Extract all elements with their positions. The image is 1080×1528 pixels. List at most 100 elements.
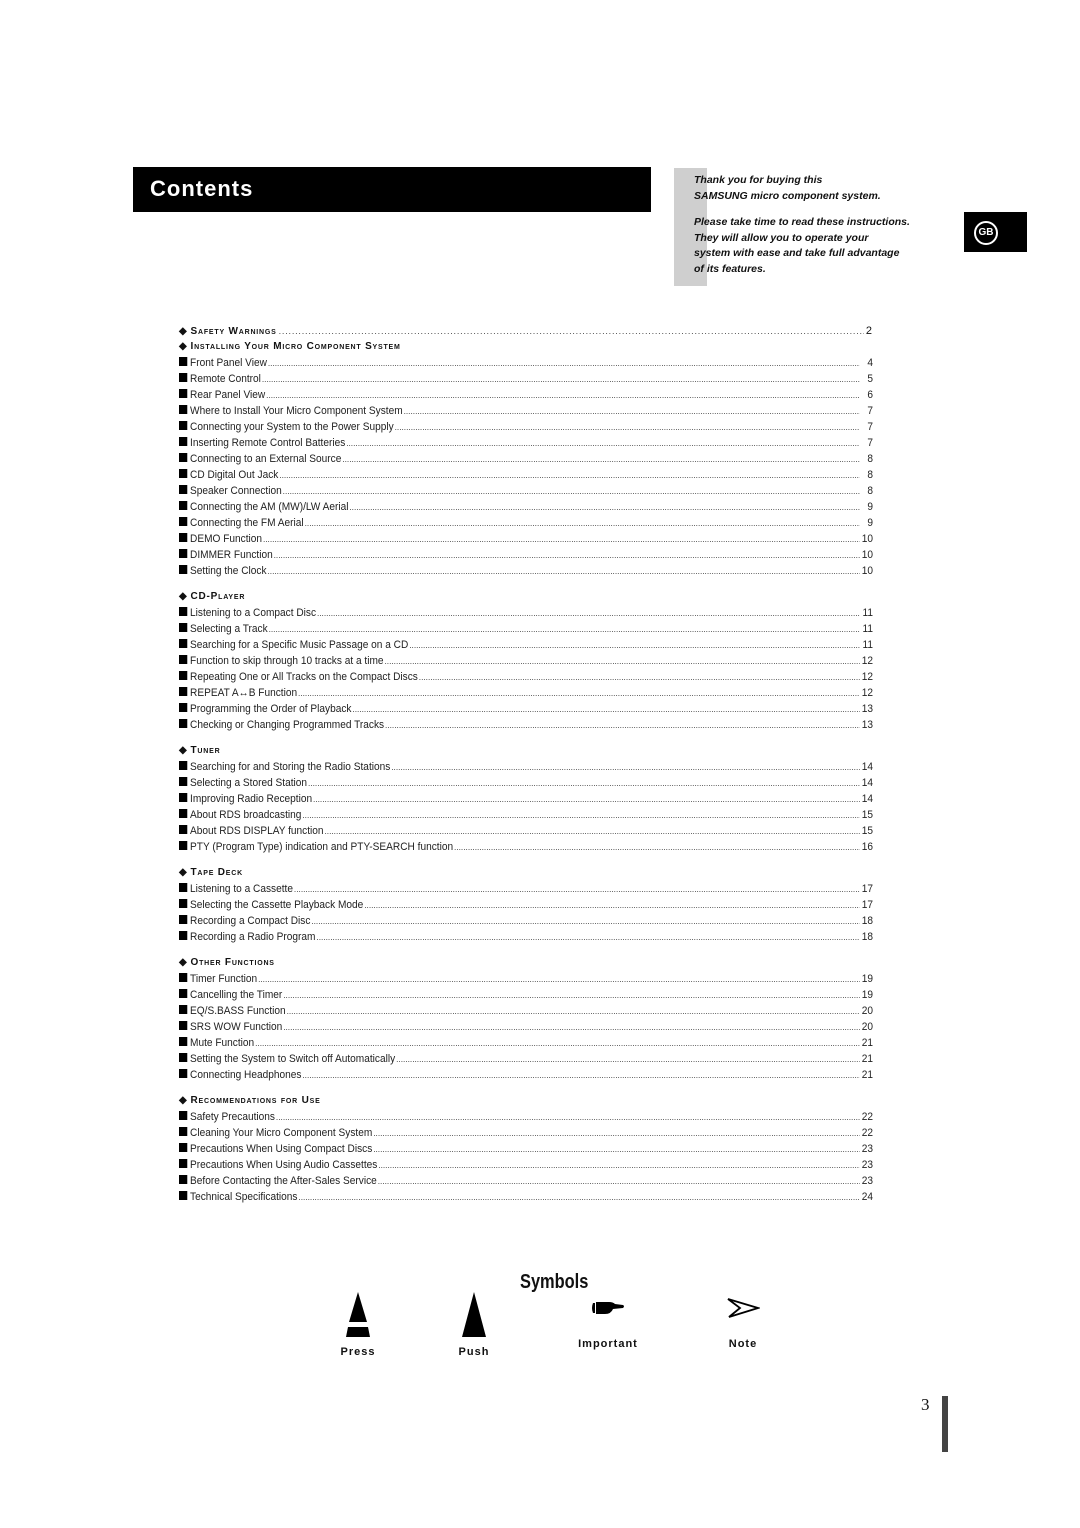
dot-leader [378, 1173, 860, 1189]
dot-leader [276, 1109, 860, 1125]
toc-entry: Cleaning Your Micro Component System 22 [179, 1125, 873, 1141]
dot-leader [287, 1003, 861, 1019]
toc-entry: Cancelling the Timer 19 [179, 987, 873, 1003]
dot-leader [279, 467, 860, 483]
toc-entry-label: PTY (Program Type) indication and PTY-SE… [190, 841, 454, 853]
square-bullet-icon [179, 931, 188, 940]
toc-entry-page: 11 [862, 607, 874, 619]
dot-leader [454, 839, 860, 855]
toc-entry-label: Checking or Changing Programmed Tracks [190, 719, 385, 731]
toc-entry-page: 21 [861, 1069, 874, 1081]
square-bullet-icon [179, 719, 188, 728]
toc-entry-page: 17 [861, 883, 874, 895]
dot-leader [298, 685, 860, 701]
push-icon [424, 1290, 524, 1338]
intro-instructions: Please take time to read these instructi… [694, 216, 910, 275]
toc-entry-page: 22 [861, 1127, 874, 1139]
toc-entry: DEMO Function 10 [179, 531, 873, 547]
square-bullet-icon [179, 639, 188, 648]
dot-leader [279, 323, 864, 339]
dot-leader [378, 1157, 860, 1173]
toc-entry-label: DIMMER Function [190, 549, 273, 561]
toc-entry-label: Front Panel View [190, 357, 267, 369]
toc-entry-label: Before Contacting the After-Sales Servic… [190, 1175, 377, 1187]
toc-entry-label: Function to skip through 10 tracks at a … [190, 655, 384, 667]
toc-entry-page: 19 [861, 989, 874, 1001]
toc-section-heading: ◆ Installing Your Micro Component System [179, 339, 873, 355]
intro-text: Thank you for buying this SAMSUNG micro … [694, 173, 954, 288]
square-bullet-icon [179, 437, 188, 446]
dot-leader [373, 1125, 860, 1141]
dot-leader [391, 759, 860, 775]
page-number: 3 [921, 1395, 930, 1414]
toc-entry-label: Where to Install Your Micro Component Sy… [190, 405, 403, 417]
square-bullet-icon [179, 1143, 188, 1152]
toc-entry-label: Selecting a Track [190, 623, 268, 635]
toc-entry: Selecting a Stored Station 14 [179, 775, 873, 791]
toc-entry: Setting the System to Switch off Automat… [179, 1051, 873, 1067]
square-bullet-icon [179, 915, 188, 924]
toc-section-title: Safety Warnings [190, 326, 277, 337]
square-bullet-icon [179, 533, 188, 542]
toc-entry: EQ/S.BASS Function 20 [179, 1003, 873, 1019]
dot-leader [308, 775, 860, 791]
square-bullet-icon [179, 761, 188, 770]
toc-entry-label: Precautions When Using Compact Discs [190, 1143, 373, 1155]
toc-entry-label: Recording a Compact Disc [190, 915, 311, 927]
toc-entry-label: SRS WOW Function [190, 1021, 283, 1033]
language-badge-label: GB [974, 221, 998, 245]
toc-entry: Listening to a Compact Disc 11 [179, 605, 873, 621]
diamond-bullet-icon: ◆ [179, 341, 188, 352]
toc-entry: Front Panel View 4 [179, 355, 873, 371]
toc-section-title: Recommendations for Use [190, 1095, 321, 1106]
square-bullet-icon [179, 501, 188, 510]
toc-entry: Connecting the FM Aerial 9 [179, 515, 873, 531]
page-edge-bar [942, 1396, 948, 1452]
dot-leader [342, 451, 860, 467]
dot-leader [266, 387, 860, 403]
toc-entry: Connecting your System to the Power Supp… [179, 419, 873, 435]
toc-entry-page: 13 [861, 719, 874, 731]
toc-section-page: 2 [865, 325, 872, 337]
toc-section-title: Tuner [190, 745, 221, 756]
toc-entry: Precautions When Using Compact Discs 23 [179, 1141, 873, 1157]
toc-entry: Safety Precautions 22 [179, 1109, 873, 1125]
dot-leader [269, 621, 861, 637]
toc-entry: Searching for a Specific Music Passage o… [179, 637, 873, 653]
toc-entry-label: Searching for and Storing the Radio Stat… [190, 761, 391, 773]
toc-entry-label: Remote Control [190, 373, 261, 385]
toc-entry-label: Selecting the Cassette Playback Mode [190, 899, 364, 911]
square-bullet-icon [179, 517, 188, 526]
toc-entry-page: 9 [867, 517, 874, 529]
toc-entry-page: 7 [867, 437, 874, 449]
toc-entry-label: Improving Radio Reception [190, 793, 313, 805]
toc-entry-page: 10 [861, 549, 874, 561]
diamond-bullet-icon: ◆ [179, 591, 188, 602]
toc-entry-page: 18 [861, 931, 874, 943]
toc-entry-label: Connecting the FM Aerial [190, 517, 304, 529]
toc-entry: Remote Control 5 [179, 371, 873, 387]
dot-leader [324, 823, 860, 839]
square-bullet-icon [179, 883, 188, 892]
toc-entry-label: DEMO Function [190, 533, 263, 545]
dot-leader [346, 435, 860, 451]
language-badge: GB [964, 212, 1027, 252]
symbol-note-label: Note [728, 1338, 758, 1350]
toc-entry-page: 16 [861, 841, 874, 853]
dot-leader [302, 807, 860, 823]
toc-entry-page: 5 [867, 373, 874, 385]
toc-entry: CD Digital Out Jack 8 [179, 467, 873, 483]
square-bullet-icon [179, 973, 188, 982]
square-bullet-icon [179, 373, 188, 382]
toc-entry-page: 4 [867, 357, 874, 369]
dot-leader [255, 1035, 860, 1051]
toc-section-heading: ◆ Tuner [179, 743, 873, 759]
toc-section-title: Tape Deck [190, 867, 243, 878]
toc-entry-page: 8 [867, 453, 874, 465]
dot-leader [274, 547, 861, 563]
symbol-press-label: Press [340, 1346, 376, 1358]
toc-entry: About RDS DISPLAY function 15 [179, 823, 873, 839]
toc-entry-label: Speaker Connection [190, 485, 282, 497]
square-bullet-icon [179, 1005, 188, 1014]
toc-entry: Precautions When Using Audio Cassettes 23 [179, 1157, 873, 1173]
